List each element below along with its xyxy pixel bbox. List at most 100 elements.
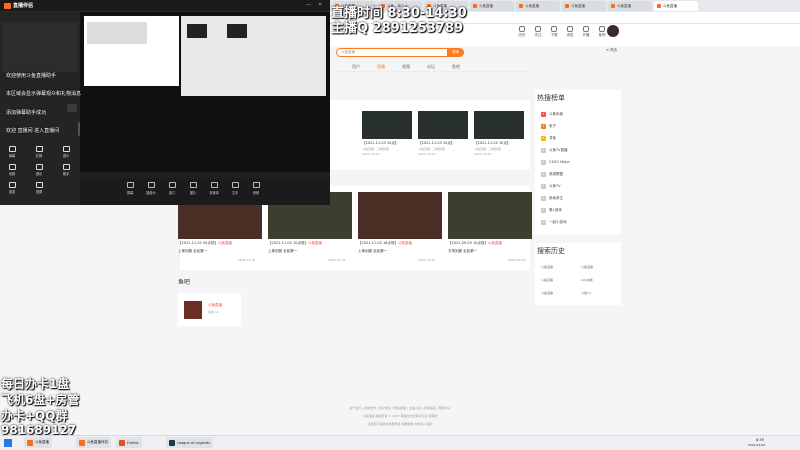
clock-date[interactable]: 2021/11/03 <box>748 443 765 447</box>
side-button-label: 设置 <box>8 172 16 176</box>
side-button-icon <box>62 146 70 152</box>
video-tag: 【2021-11-02 10点场】 <box>268 241 308 245</box>
tool-button-3[interactable]: 图片 <box>183 182 203 195</box>
history-item[interactable]: LOL剑魔 <box>581 278 593 282</box>
history-item[interactable]: 斗鱼直播 <box>541 265 553 269</box>
video-title[interactable]: 上单剑魔 全民第一 <box>358 249 442 254</box>
video-thumbnail[interactable] <box>418 111 468 139</box>
video-title[interactable]: 【2021-11-03 10点】 <box>418 141 468 146</box>
browser-tab[interactable]: 斗鱼直播 <box>608 1 652 11</box>
rank-row[interactable]: 9 第1游戏 <box>541 208 562 213</box>
tool-button-1[interactable]: 摄像头 <box>141 182 161 195</box>
side-button-3[interactable]: 设置 <box>2 164 22 176</box>
video-thumbnail[interactable] <box>358 192 442 239</box>
rank-number: 6 <box>541 172 546 177</box>
tool-button-4[interactable]: 多媒体 <box>204 182 224 195</box>
rank-row[interactable]: 1 斗鱼年度 <box>541 112 563 117</box>
rank-row[interactable]: 10 一起小游戏 <box>541 220 567 225</box>
rank-label: 绝地求生 <box>549 196 563 200</box>
footer-links[interactable]: 关于我们 | 商务合作 | 用户协议 | 隐私政策 | 主播入驻 | 友情链接 … <box>180 406 620 410</box>
tool-icon <box>189 182 197 188</box>
rank-row[interactable]: 2 电子 <box>541 124 556 129</box>
video-title[interactable]: 上单剑魔 全民第一 <box>178 249 262 254</box>
message-icon <box>567 26 573 32</box>
tool-button-6[interactable]: 音频 <box>246 182 266 195</box>
footer-copyright: 斗鱼直播 版权所有 © 2021 网络文化经营许可证 鄂网文 <box>362 414 438 418</box>
tab-divider <box>336 71 531 72</box>
history-item[interactable]: 斗鱼直播 <box>541 278 553 282</box>
header-icon-label: 鱼吧 <box>598 33 606 37</box>
header-icon-label: 历史 <box>518 33 526 37</box>
tab-2[interactable]: 视频 <box>402 64 410 70</box>
rank-row[interactable]: 3 寻鱼 <box>541 136 556 141</box>
start-icon[interactable] <box>4 439 12 447</box>
side-button-1[interactable]: 礼物 <box>29 146 49 158</box>
side-button-6[interactable]: 连麦 <box>2 182 22 194</box>
history-item[interactable]: 斗鱼直播 <box>541 291 553 295</box>
rank-heading: 热搜榜单 <box>537 94 565 102</box>
tool-button-2[interactable]: 窗口 <box>162 182 182 195</box>
video-thumbnail[interactable] <box>448 192 532 239</box>
rank-number: 10 <box>541 220 546 225</box>
filter-label[interactable]: ≡ 筛选 <box>606 48 617 53</box>
video-tag-line[interactable]: 【2021-09-29 10点场】斗鱼直播 <box>448 241 532 246</box>
fishbar-card[interactable]: 斗鱼直播 关注 12 <box>178 293 241 326</box>
side-button-7[interactable]: 投屏 <box>29 182 49 194</box>
rank-row[interactable]: 5 CSGO Major <box>541 160 570 165</box>
tool-label: 文本 <box>231 191 239 195</box>
video-subtitle: 斗鱼直播 · 上单剑魔 <box>418 147 445 151</box>
side-button-2[interactable]: 观众 <box>56 146 76 158</box>
video-thumbnail[interactable] <box>474 111 524 139</box>
video-tag-line[interactable]: 【2021-11-02 10点场】斗鱼直播 <box>268 241 352 246</box>
rank-row[interactable]: 8 绝地求生 <box>541 196 563 201</box>
side-button-icon <box>8 182 16 188</box>
search-input[interactable]: 斗鱼直播 <box>336 48 448 57</box>
browser-tab[interactable]: 斗鱼直播 <box>654 1 698 11</box>
tab-3[interactable]: 论坛 <box>427 64 435 70</box>
tool-button-5[interactable]: 文本 <box>225 182 245 195</box>
side-button-label: 连麦 <box>8 190 16 194</box>
history-item[interactable]: 斗鱼TV <box>581 291 591 295</box>
video-tag-line[interactable]: 【2021-11-02 18点场】斗鱼直播 <box>358 241 442 246</box>
side-button-5[interactable]: 助手 <box>56 164 76 176</box>
rank-row[interactable]: 4 斗鱼TV直播 <box>541 148 568 153</box>
history-item[interactable]: 斗鱼直播 <box>581 265 593 269</box>
tab-1[interactable]: 直播 <box>377 64 385 70</box>
rank-row[interactable]: 6 英雄联盟 <box>541 172 563 177</box>
search-button[interactable]: 搜索 <box>447 48 464 57</box>
rank-row[interactable]: 7 斗鱼TV <box>541 184 561 189</box>
video-thumbnail[interactable] <box>362 111 412 139</box>
video-hot-label: 斗鱼直播 <box>487 241 502 245</box>
tool-button-0[interactable]: 屏幕 <box>120 182 140 195</box>
video-title[interactable]: 万场剑魔 全民第一 <box>448 249 532 254</box>
close-icon[interactable]: ✕ <box>318 2 322 8</box>
scene-list[interactable] <box>2 22 78 72</box>
history-panel: 搜索历史 斗鱼直播 斗鱼直播 斗鱼直播 LOL剑魔 斗鱼直播 斗鱼TV <box>535 243 621 305</box>
rank-number: 9 <box>541 208 546 213</box>
tab-4[interactable]: 鱼吧 <box>452 64 460 70</box>
side-button-0[interactable]: 弹幕 <box>2 146 22 158</box>
video-title[interactable]: 【2021-11-02 10点】 <box>474 141 524 146</box>
taskbar-item[interactable]: League of Legends <box>166 437 214 448</box>
browser-tab[interactable]: 斗鱼直播 <box>516 1 560 11</box>
clock-time[interactable]: 8:39 <box>756 438 764 442</box>
stream-preview[interactable] <box>80 12 330 172</box>
taskbar-item[interactable]: Firefox <box>116 437 142 448</box>
tab-0[interactable]: 用户 <box>352 64 360 70</box>
preview-inner-window <box>84 16 179 86</box>
rank-label: CSGO Major <box>549 160 570 164</box>
side-button-4[interactable]: 音乐 <box>29 164 49 176</box>
minimize-icon[interactable]: — <box>306 2 311 8</box>
taskbar-app-icon <box>79 439 85 446</box>
avatar[interactable] <box>607 25 619 37</box>
video-title[interactable]: 上单剑魔 全民第一 <box>268 249 352 254</box>
taskbar-item[interactable]: 斗鱼直播 <box>24 437 52 448</box>
video-tag-line[interactable]: 【2021-11-02 09点场】斗鱼直播 <box>178 241 262 246</box>
app-title: 直播伴侣 <box>13 3 34 9</box>
browser-tab[interactable]: 斗鱼直播 <box>562 1 606 11</box>
video-title[interactable]: 【2021-11-03 10点】 <box>362 141 412 146</box>
delete-icon[interactable] <box>67 104 77 112</box>
side-button-icon <box>62 164 70 170</box>
browser-tab[interactable]: 斗鱼直播 <box>470 1 514 11</box>
taskbar-item[interactable]: 斗鱼直播伴侣 <box>76 437 111 448</box>
